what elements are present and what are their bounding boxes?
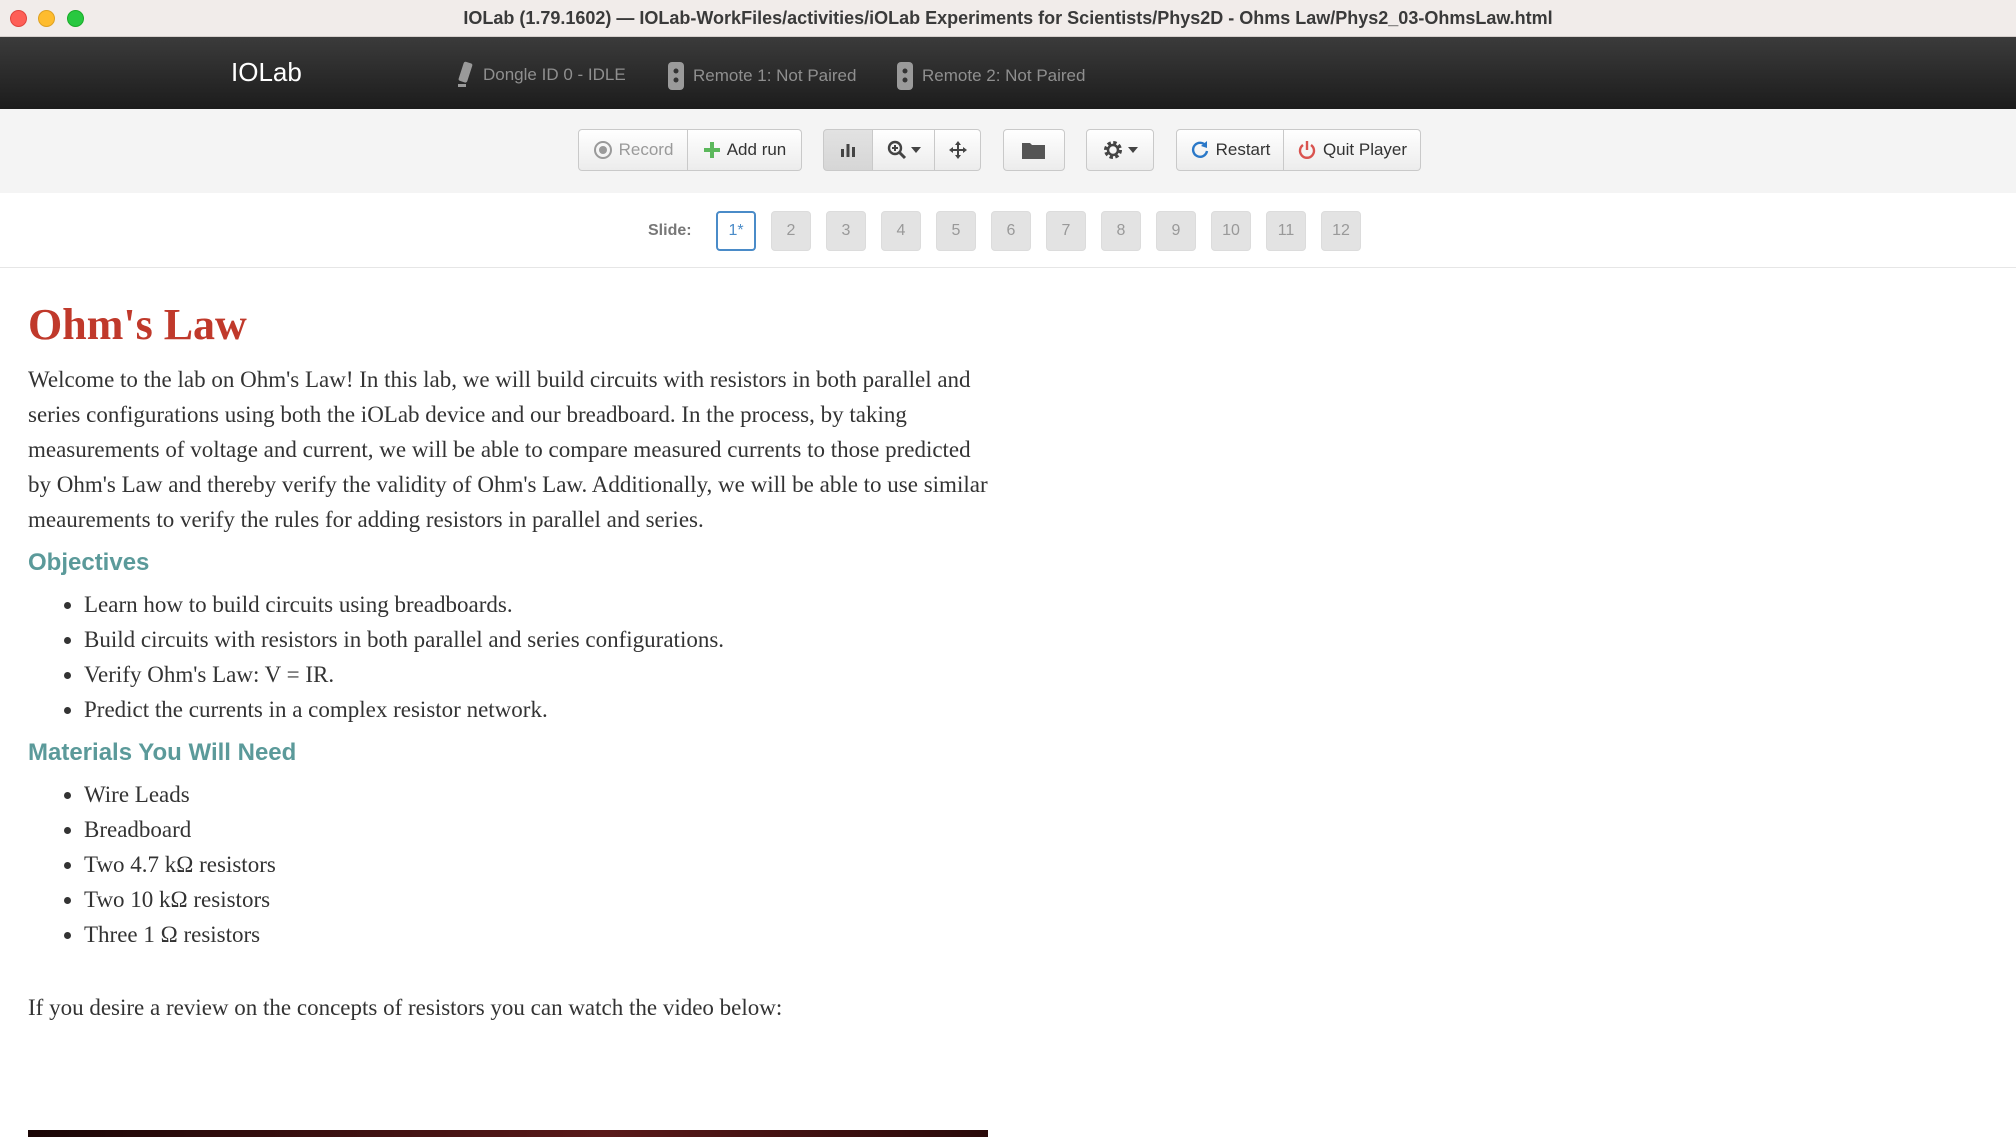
intro-paragraph: Welcome to the lab on Ohm's Law! In this…: [28, 367, 988, 532]
bar-chart-icon: [841, 144, 855, 157]
slide-button-12[interactable]: 12: [1321, 211, 1361, 251]
slide-button-6[interactable]: 6: [991, 211, 1031, 251]
add-run-button[interactable]: Add run: [688, 129, 802, 171]
zoom-dropdown-button[interactable]: [873, 129, 935, 171]
slide-button-4[interactable]: 4: [881, 211, 921, 251]
slide-button-9[interactable]: 9: [1156, 211, 1196, 251]
materials-heading: Materials You Will Need: [28, 739, 297, 766]
dongle-icon: [458, 61, 473, 87]
slide-button-2[interactable]: 2: [771, 211, 811, 251]
pan-button[interactable]: [935, 129, 981, 171]
remote-icon: [897, 62, 913, 90]
restart-label: Restart: [1215, 140, 1271, 159]
slide-button-10[interactable]: 10: [1211, 211, 1251, 251]
open-folder-button[interactable]: [1003, 129, 1065, 171]
list-item: Three 1 Ω resistors: [84, 917, 998, 952]
gear-icon: [1104, 141, 1122, 159]
window-titlebar: IOLab (1.79.1602) — IOLab-WorkFiles/acti…: [0, 0, 2016, 37]
record-icon: [593, 141, 612, 159]
brand-label[interactable]: IOLab: [231, 57, 302, 88]
caret-down-icon: [1128, 147, 1138, 153]
toolbar: Record Add run Restart Quit Player: [0, 109, 2016, 193]
list-item: Two 4.7 kΩ resistors: [84, 847, 998, 882]
dongle-status-label: Dongle ID 0 - IDLE: [483, 65, 626, 84]
restart-button[interactable]: Restart: [1176, 129, 1284, 171]
page-title: Ohm's Law: [28, 300, 247, 349]
slide-button-8[interactable]: 8: [1101, 211, 1141, 251]
window-title: IOLab (1.79.1602) — IOLab-WorkFiles/acti…: [463, 8, 1553, 28]
record-label: Record: [618, 140, 674, 159]
slide-button-7[interactable]: 7: [1046, 211, 1086, 251]
video-player[interactable]: [28, 1130, 988, 1137]
dongle-status: Dongle ID 0 - IDLE: [455, 61, 626, 89]
quit-player-label: Quit Player: [1322, 140, 1408, 159]
remote-icon: [668, 62, 684, 90]
remote2-status-label: Remote 2: Not Paired: [922, 66, 1086, 85]
slide-button-3[interactable]: 3: [826, 211, 866, 251]
list-item: Two 10 kΩ resistors: [84, 882, 998, 917]
list-item: Predict the currents in a complex resist…: [84, 692, 998, 727]
review-paragraph: If you desire a review on the concepts o…: [28, 995, 783, 1020]
settings-dropdown-button[interactable]: [1086, 129, 1154, 171]
record-button[interactable]: Record: [578, 129, 688, 171]
remote1-status: Remote 1: Not Paired: [667, 61, 856, 91]
move-icon: [948, 141, 967, 159]
list-item: Build circuits with resistors in both pa…: [84, 622, 998, 657]
quit-player-button[interactable]: Quit Player: [1284, 129, 1421, 171]
slide-button-11[interactable]: 11: [1266, 211, 1306, 251]
add-run-label: Add run: [726, 140, 787, 159]
power-icon: [1298, 141, 1316, 159]
slide-content: Ohm's Law Welcome to the lab on Ohm's La…: [28, 296, 998, 1025]
folder-icon: [1022, 143, 1045, 159]
zoom-icon: [887, 140, 906, 160]
list-item: Verify Ohm's Law: V = IR.: [84, 657, 998, 692]
slide-button-1[interactable]: 1*: [716, 211, 756, 251]
refresh-icon: [1191, 141, 1208, 158]
list-item: Learn how to build circuits using breadb…: [84, 587, 998, 622]
slide-navigation: Slide: 1* 2 3 4 5 6 7 8 9 10 11 12: [0, 193, 2016, 268]
plus-icon: [703, 142, 720, 158]
objectives-list: Learn how to build circuits using breadb…: [28, 587, 998, 727]
objectives-heading: Objectives: [28, 549, 150, 576]
slide-label: Slide:: [648, 222, 692, 239]
list-item: Breadboard: [84, 812, 998, 847]
app-navbar: IOLab Dongle ID 0 - IDLE Remote 1: Not P…: [0, 37, 2016, 109]
materials-list: Wire Leads Breadboard Two 4.7 kΩ resisto…: [28, 777, 998, 952]
remote1-status-label: Remote 1: Not Paired: [693, 66, 857, 85]
chart-view-button[interactable]: [823, 129, 873, 171]
list-item: Wire Leads: [84, 777, 998, 812]
caret-down-icon: [910, 147, 921, 153]
slide-button-5[interactable]: 5: [936, 211, 976, 251]
remote2-status: Remote 2: Not Paired: [896, 61, 1085, 91]
